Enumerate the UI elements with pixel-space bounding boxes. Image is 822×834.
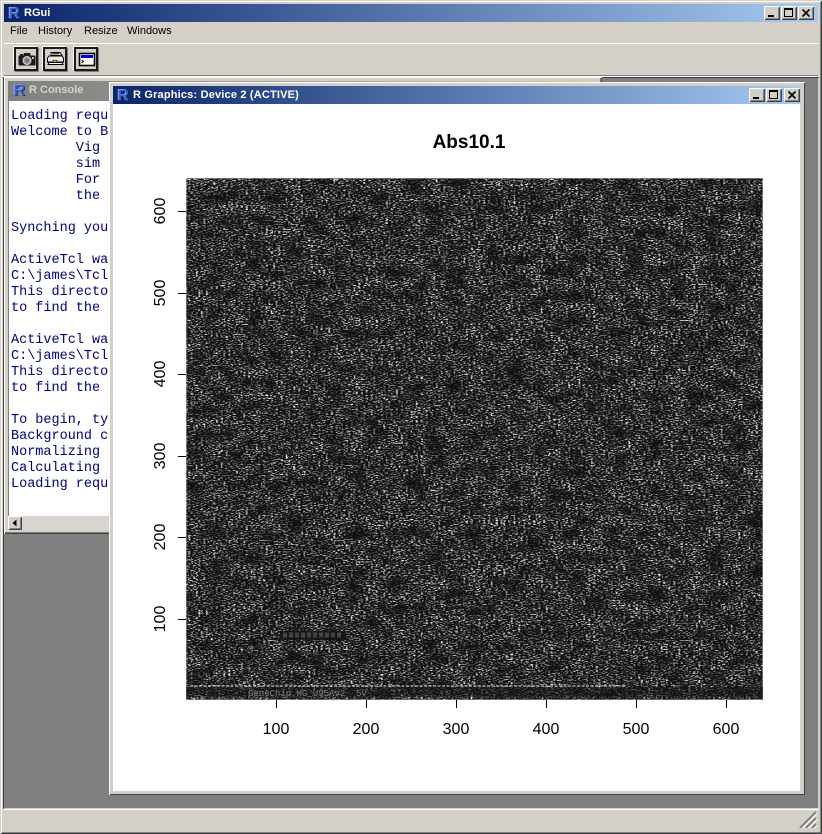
svg-text:R: R bbox=[118, 88, 130, 104]
svg-text:R: R bbox=[9, 6, 21, 22]
svg-text:R: R bbox=[14, 83, 26, 99]
